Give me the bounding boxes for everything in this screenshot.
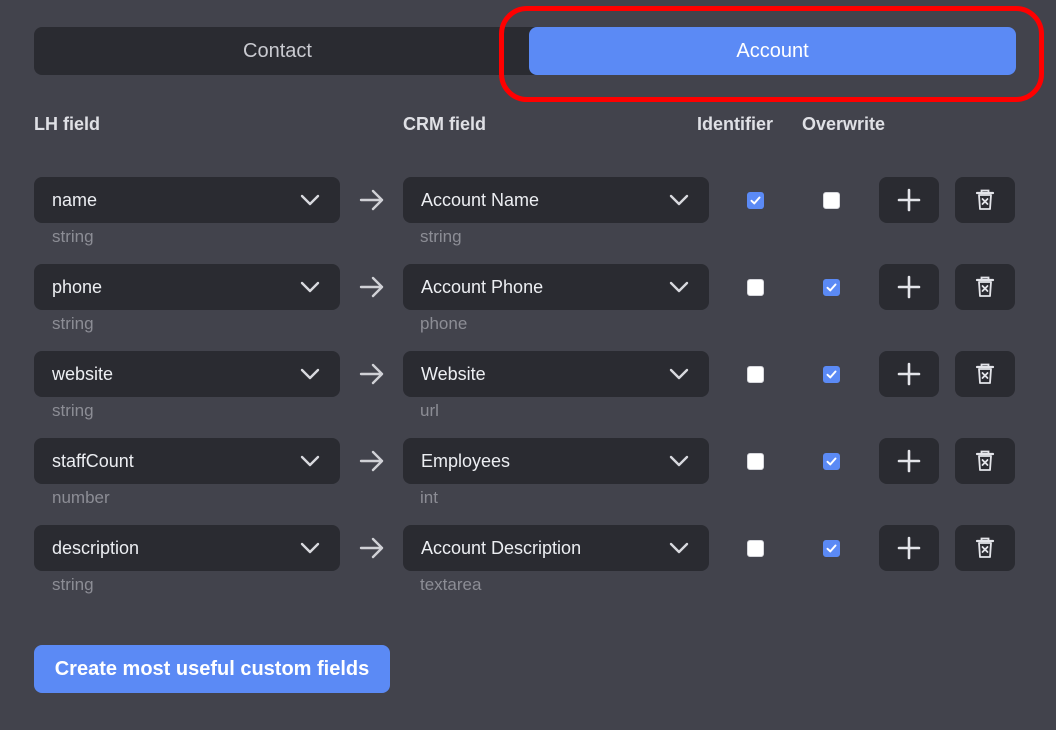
- plus-icon: [897, 362, 921, 386]
- crm-field-select[interactable]: Account Name: [403, 177, 709, 223]
- lh-field-value: description: [52, 537, 140, 558]
- crm-field-type: int: [420, 488, 438, 507]
- crm-field-type: string: [420, 227, 462, 246]
- arrow-right-icon: [359, 363, 384, 385]
- overwrite-checkbox[interactable]: [823, 366, 840, 383]
- crm-field-value: Employees: [421, 450, 511, 471]
- crm-field-type: url: [420, 401, 439, 420]
- crm-field-type: textarea: [420, 575, 482, 594]
- delete-mapping-button[interactable]: [955, 438, 1015, 484]
- delete-mapping-button[interactable]: [955, 264, 1015, 310]
- lh-field-select[interactable]: name: [34, 177, 340, 223]
- add-mapping-button[interactable]: [879, 351, 939, 397]
- chevron-down-icon: [300, 368, 320, 380]
- delete-mapping-button[interactable]: [955, 525, 1015, 571]
- lh-field-value: phone: [52, 276, 103, 297]
- overwrite-checkbox[interactable]: [823, 540, 840, 557]
- arrow-right-icon: [359, 276, 384, 298]
- lh-field-type: string: [52, 227, 94, 246]
- crm-field-value: Account Description: [421, 537, 582, 558]
- add-mapping-button[interactable]: [879, 438, 939, 484]
- column-header-overwrite: Overwrite: [802, 114, 886, 134]
- crm-field-select[interactable]: Website: [403, 351, 709, 397]
- overwrite-checkbox[interactable]: [823, 279, 840, 296]
- trash-icon: [975, 450, 995, 471]
- add-mapping-button[interactable]: [879, 177, 939, 223]
- add-mapping-button[interactable]: [879, 264, 939, 310]
- lh-field-select[interactable]: website: [34, 351, 340, 397]
- lh-field-select[interactable]: description: [34, 525, 340, 571]
- plus-icon: [897, 275, 921, 299]
- chevron-down-icon: [669, 455, 689, 467]
- trash-icon: [975, 189, 995, 210]
- plus-icon: [897, 188, 921, 212]
- create-custom-fields-button[interactable]: Create most useful custom fields: [34, 645, 390, 693]
- column-header-crm-field: CRM field: [403, 114, 486, 134]
- lh-field-type: number: [52, 488, 110, 507]
- crm-field-type: phone: [420, 314, 468, 333]
- overwrite-checkbox[interactable]: [823, 192, 840, 209]
- chevron-down-icon: [300, 455, 320, 467]
- arrow-right-icon: [359, 450, 384, 472]
- arrow-right-icon: [359, 189, 384, 211]
- lh-field-select[interactable]: phone: [34, 264, 340, 310]
- add-mapping-button[interactable]: [879, 525, 939, 571]
- chevron-down-icon: [669, 281, 689, 293]
- column-header-identifier: Identifier: [697, 114, 774, 134]
- lh-field-value: staffCount: [52, 450, 134, 471]
- chevron-down-icon: [669, 542, 689, 554]
- mapping-row: website string Website url: [0, 351, 1056, 438]
- trash-icon: [975, 363, 995, 384]
- delete-mapping-button[interactable]: [955, 177, 1015, 223]
- crm-field-select[interactable]: Account Phone: [403, 264, 709, 310]
- tab-account[interactable]: Account: [529, 27, 1016, 75]
- mapping-row: phone string Account Phone phone: [0, 264, 1056, 351]
- plus-icon: [897, 449, 921, 473]
- tab-contact[interactable]: Contact: [34, 27, 521, 75]
- crm-field-select[interactable]: Employees: [403, 438, 709, 484]
- lh-field-type: string: [52, 401, 94, 420]
- identifier-checkbox[interactable]: [747, 192, 764, 209]
- lh-field-type: string: [52, 314, 94, 333]
- arrow-right-icon: [359, 537, 384, 559]
- delete-mapping-button[interactable]: [955, 351, 1015, 397]
- overwrite-checkbox[interactable]: [823, 453, 840, 470]
- chevron-down-icon: [300, 194, 320, 206]
- plus-icon: [897, 536, 921, 560]
- crm-field-select[interactable]: Account Description: [403, 525, 709, 571]
- chevron-down-icon: [300, 542, 320, 554]
- lh-field-select[interactable]: staffCount: [34, 438, 340, 484]
- trash-icon: [975, 537, 995, 558]
- crm-field-value: Account Name: [421, 189, 540, 210]
- identifier-checkbox[interactable]: [747, 540, 764, 557]
- identifier-checkbox[interactable]: [747, 279, 764, 296]
- mapping-row: description string Account Description text…: [0, 525, 1056, 612]
- crm-field-value: Website: [421, 363, 486, 384]
- lh-field-type: string: [52, 575, 94, 594]
- mapping-row: name string Account Name string: [0, 177, 1056, 264]
- lh-field-value: name: [52, 189, 98, 210]
- crm-field-value: Account Phone: [421, 276, 544, 297]
- chevron-down-icon: [669, 194, 689, 206]
- chevron-down-icon: [669, 368, 689, 380]
- trash-icon: [975, 276, 995, 297]
- identifier-checkbox[interactable]: [747, 453, 764, 470]
- tab-switcher: Contact Account: [34, 27, 1016, 75]
- mapping-row: staffCount number Employees int: [0, 438, 1056, 525]
- lh-field-value: website: [52, 363, 114, 384]
- column-header-lh-field: LH field: [34, 114, 100, 134]
- identifier-checkbox[interactable]: [747, 366, 764, 383]
- chevron-down-icon: [300, 281, 320, 293]
